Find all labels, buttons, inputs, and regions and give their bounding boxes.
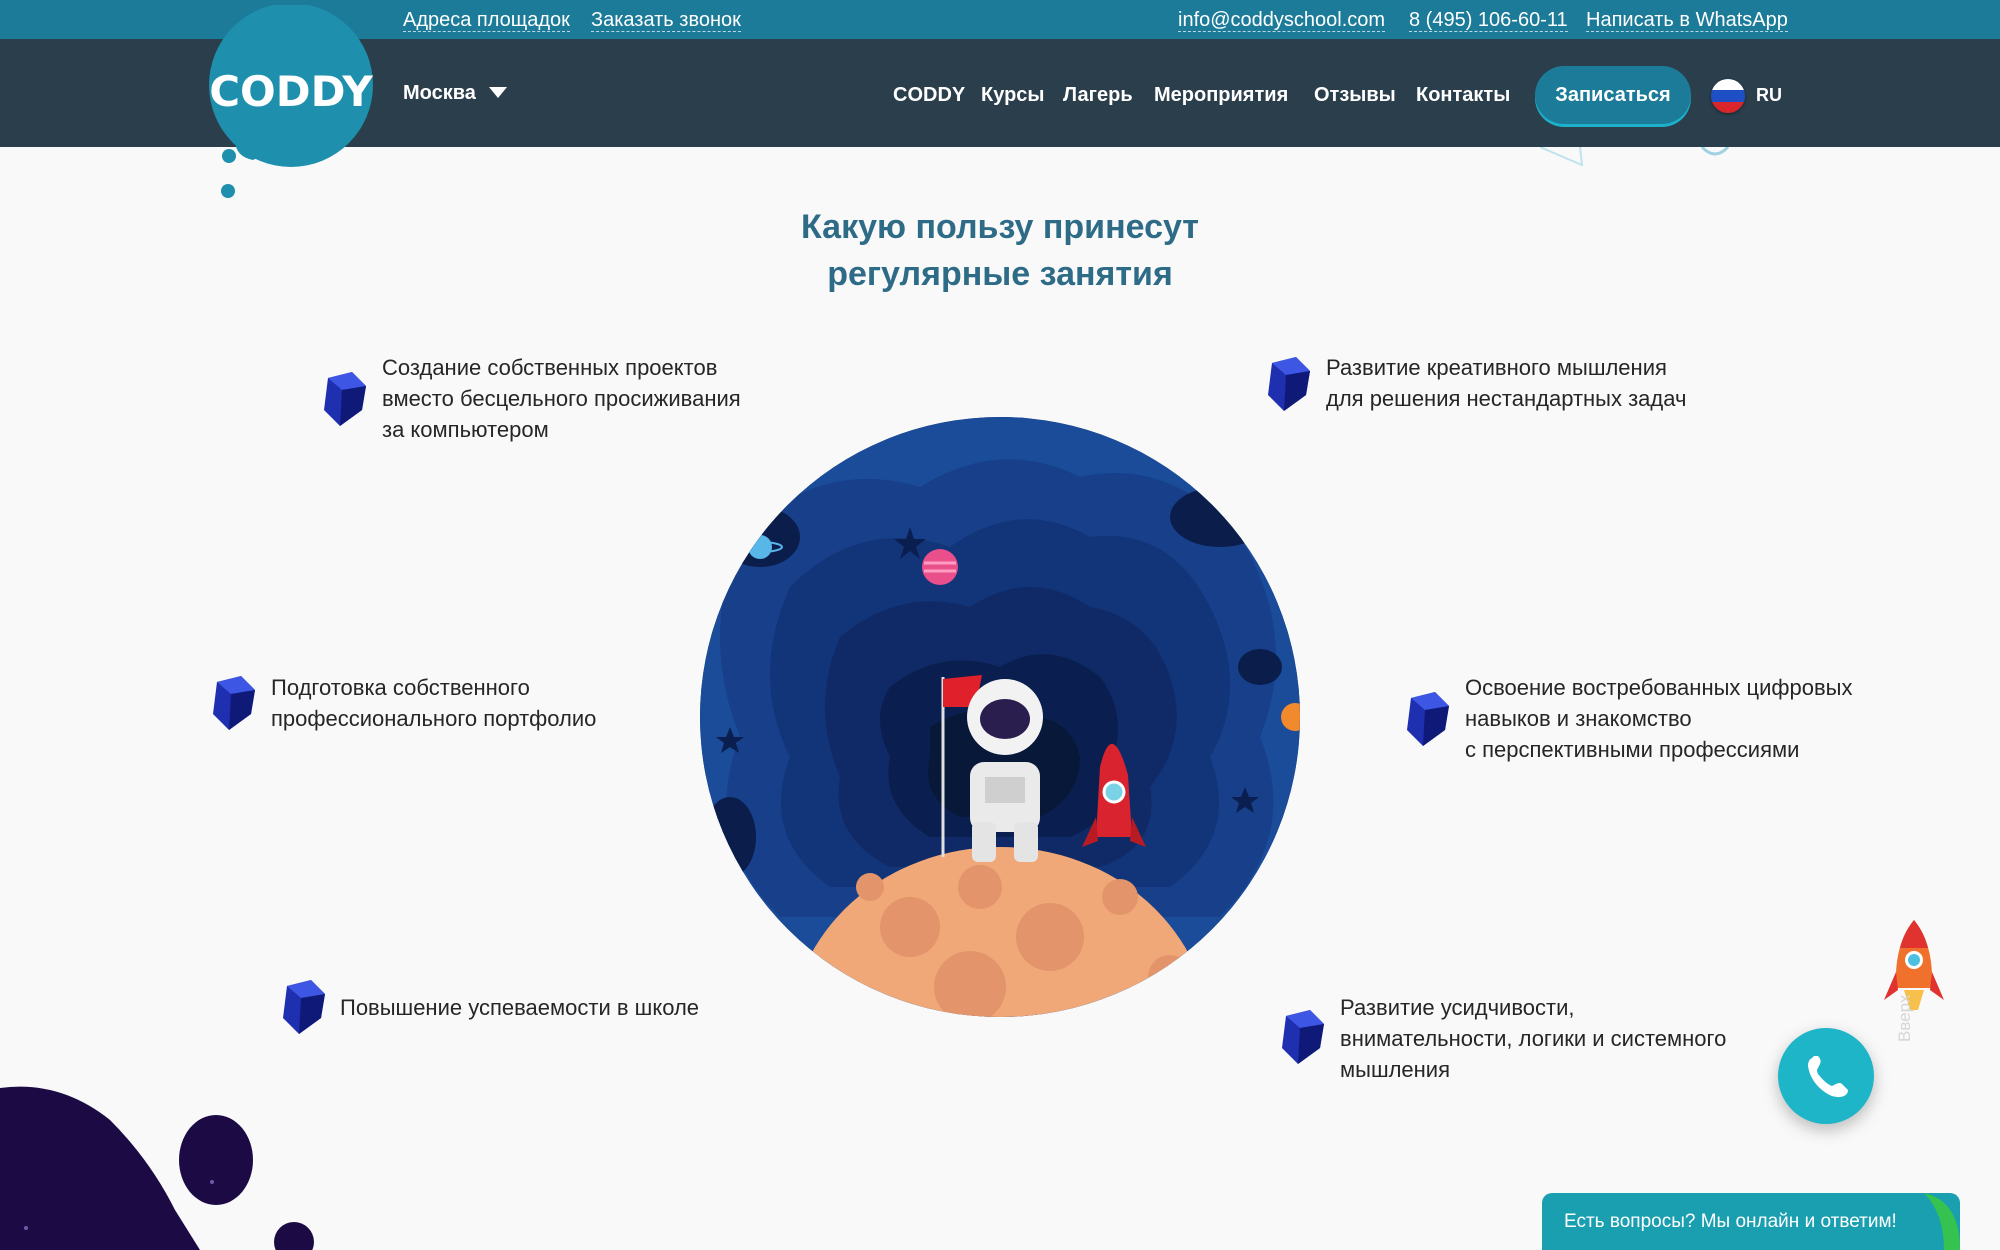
benefit-text: Подготовка собственного профессиональног… (271, 672, 596, 734)
signup-button[interactable]: Записаться (1535, 66, 1691, 124)
cube-icon (1407, 692, 1449, 746)
chat-widget[interactable]: Есть вопросы? Мы онлайн и ответим! (1542, 1193, 1960, 1250)
benefit-text: Повышение успеваемости в школе (340, 992, 699, 1023)
benefit-line: навыков и знакомство (1465, 706, 1692, 731)
logo-text: CODDY (209, 67, 373, 116)
scroll-up-label[interactable]: Вверх (1895, 995, 1915, 1042)
cube-icon (324, 372, 366, 426)
benefit-line: мышления (1340, 1057, 1451, 1082)
cube-icon (1282, 1010, 1324, 1064)
decor-circle-icon (1700, 147, 1730, 156)
benefit-text: Создание собственных проектов вместо бес… (382, 352, 741, 445)
benefit-line: для решения нестандартных задач (1326, 386, 1687, 411)
decor-triangle-icon (1540, 147, 1584, 167)
benefit-line: профессионального портфолио (271, 706, 597, 731)
callback-link[interactable]: Заказать звонок (591, 9, 741, 32)
nav-item-events[interactable]: Мероприятия (1154, 84, 1288, 107)
flag-ru-icon[interactable] (1711, 79, 1745, 113)
phone-icon (1808, 1056, 1848, 1098)
benefit-line: Развитие креативного мышления (1326, 355, 1667, 380)
benefit-line: вместо бесцельного просиживания (382, 386, 741, 411)
phone-link[interactable]: 8 (495) 106-60-11 (1409, 9, 1568, 32)
decor-blob-icon (0, 1086, 314, 1250)
benefit-line: Освоение востребованных цифровых (1465, 675, 1853, 700)
nav-item-coddy[interactable]: CODDY (893, 84, 965, 107)
call-button[interactable] (1778, 1028, 1874, 1124)
benefit-line: за компьютером (382, 417, 549, 442)
logo-dot-icon (221, 184, 235, 198)
benefit-line: Развитие усидчивости, (1340, 995, 1575, 1020)
benefit-line: Повышение успеваемости в школе (340, 995, 700, 1020)
benefit-text: Развитие креативного мышления для решени… (1326, 352, 1686, 414)
whatsapp-link[interactable]: Написать в WhatsApp (1586, 9, 1788, 32)
benefit-line: с перспективными профессиями (1465, 737, 1800, 762)
nav-item-reviews[interactable]: Отзывы (1314, 84, 1396, 107)
section-title: Какую пользу принесут регулярные занятия (700, 204, 1300, 298)
nav-item-camp[interactable]: Лагерь (1063, 84, 1133, 107)
nav-item-contacts[interactable]: Контакты (1416, 84, 1510, 107)
city-selector[interactable]: Москва (403, 82, 476, 105)
addresses-link[interactable]: Адреса площадок (403, 9, 570, 32)
caret-down-icon[interactable] (489, 87, 507, 98)
benefit-text: Развитие усидчивости, внимательности, ло… (1340, 992, 1726, 1085)
chat-status-icon (1924, 1193, 1960, 1250)
benefit-line: Создание собственных проектов (382, 355, 718, 380)
cube-icon (283, 980, 325, 1034)
benefit-text: Освоение востребованных цифровых навыков… (1465, 672, 1852, 765)
section-title-line1: Какую пользу принесут (801, 208, 1199, 246)
benefit-line: внимательности, логики и системного (1340, 1026, 1727, 1051)
nav-item-courses[interactable]: Курсы (981, 84, 1045, 107)
cube-icon (213, 676, 255, 730)
cube-icon (1268, 357, 1310, 411)
email-link[interactable]: info@coddyschool.com (1178, 9, 1386, 32)
logo[interactable]: CODDY (208, 3, 374, 167)
language-selector[interactable]: RU (1756, 85, 1782, 106)
space-illustration (700, 417, 1300, 1017)
benefit-line: Подготовка собственного (271, 675, 530, 700)
section-title-line2: регулярные занятия (827, 255, 1173, 293)
